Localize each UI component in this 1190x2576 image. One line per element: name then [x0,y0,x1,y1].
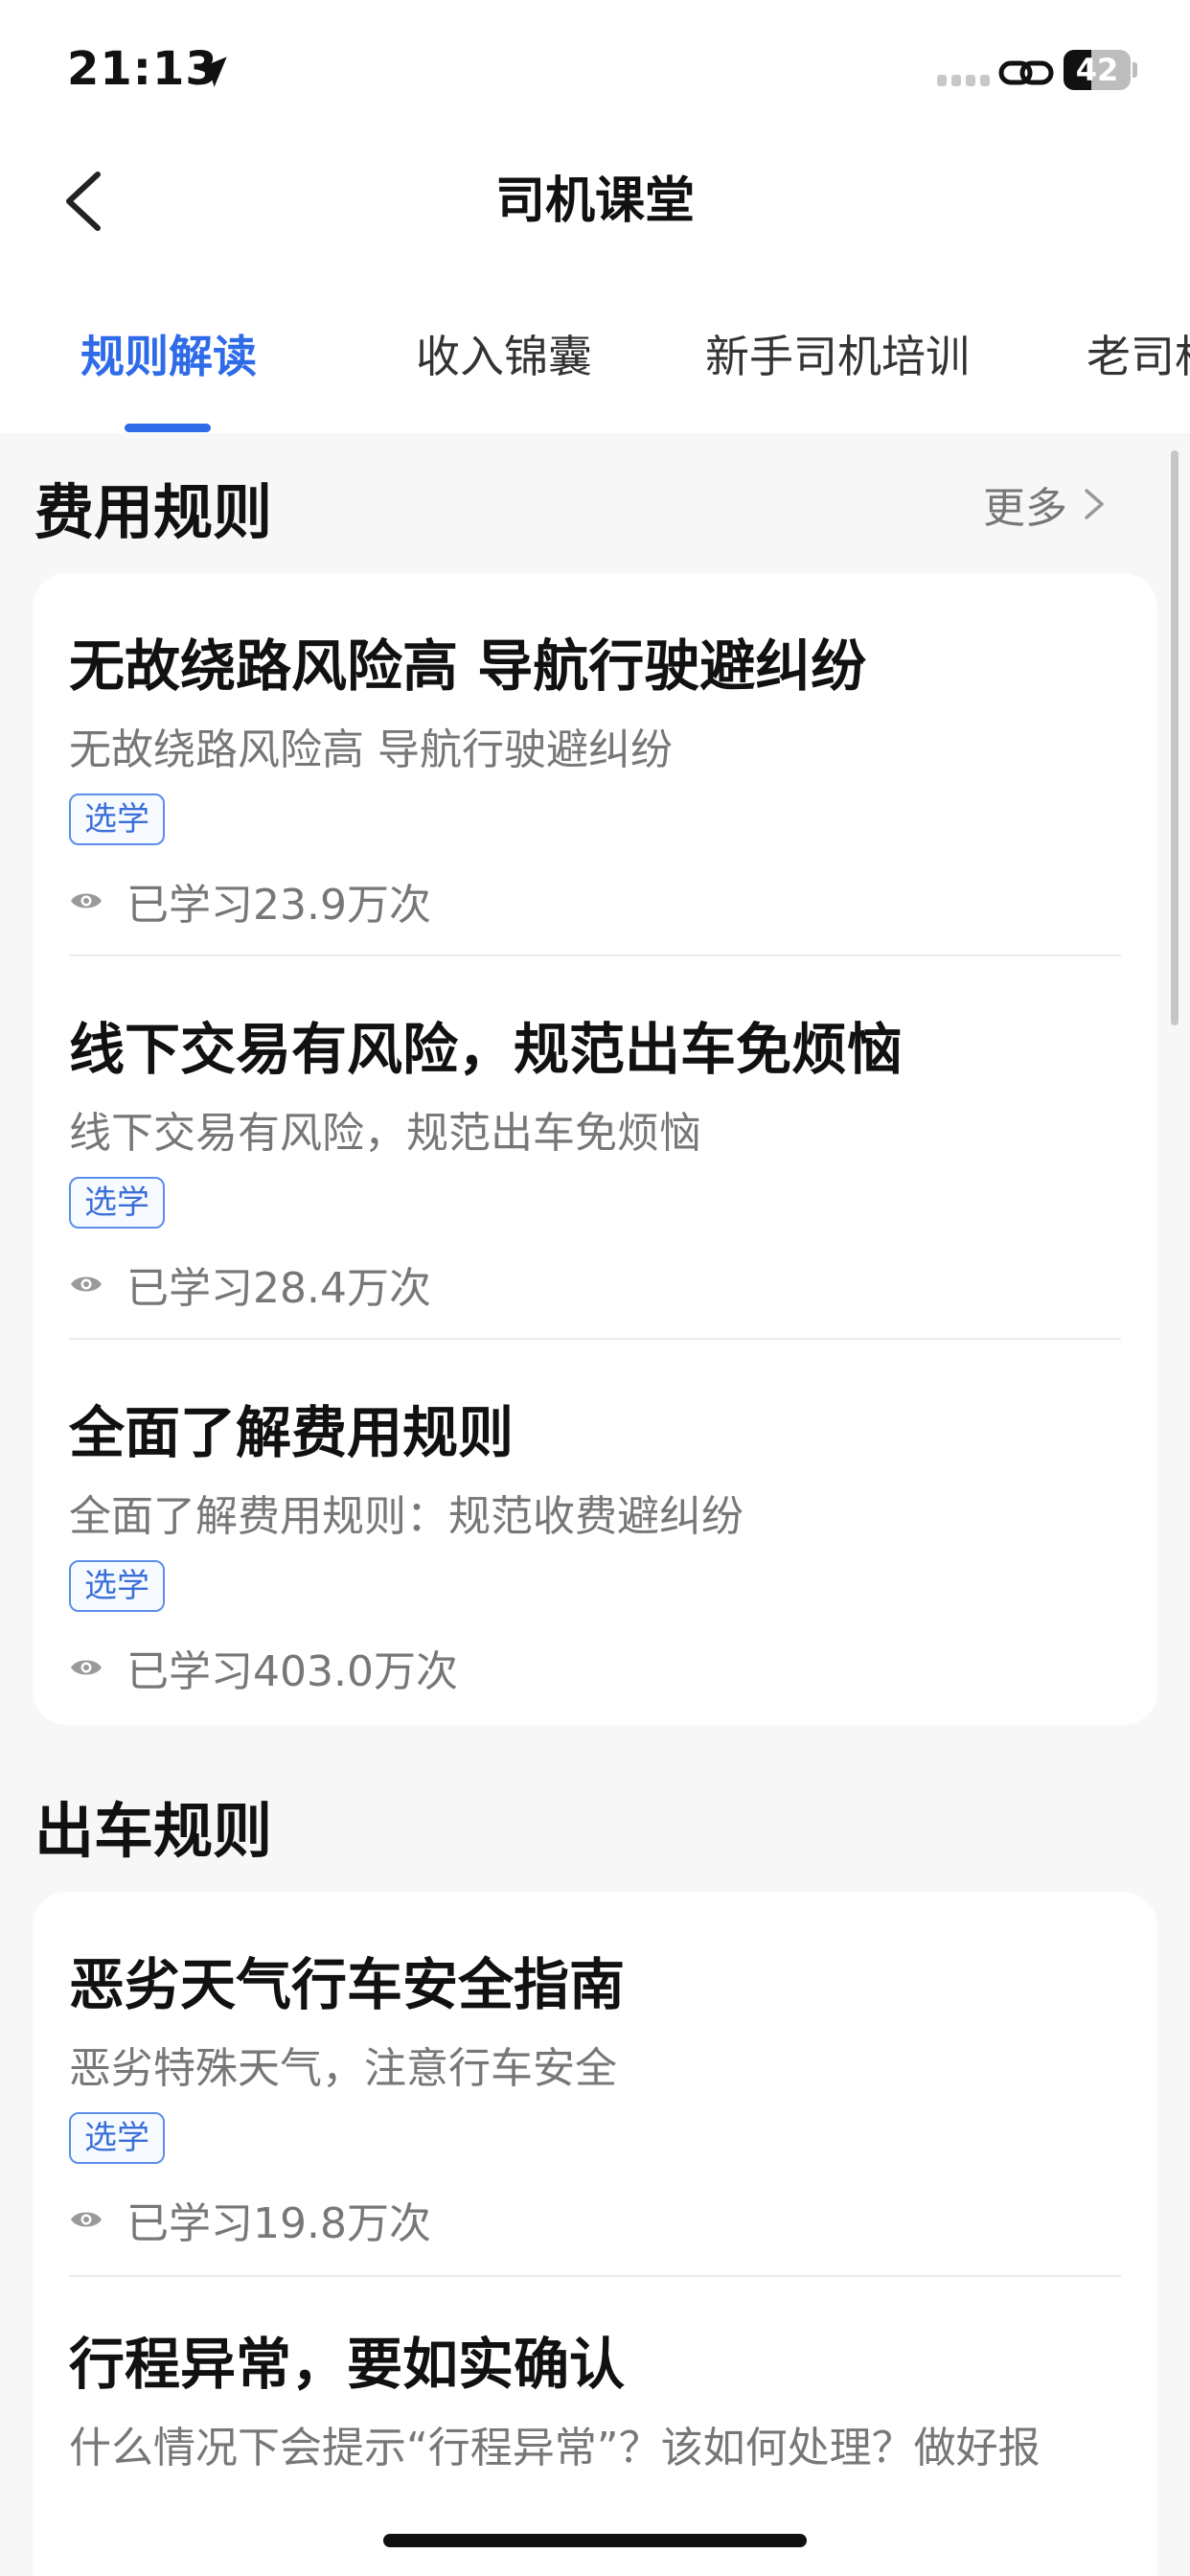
location-arrow-icon [196,57,227,87]
item-description: 线下交易有风险，规范出车免烦恼 [69,1109,701,1158]
signal-dots-icon [937,75,990,86]
item-title: 全面了解费用规则 [69,1400,515,1465]
item-title: 无故绕路风险高 导航行驶避纠纷 [69,633,867,699]
view-count: 已学习23.9万次 [69,872,431,930]
list-item[interactable]: 线下交易有风险，规范出车免烦恼 线下交易有风险，规范出车免烦恼 选学 已学习28… [69,1004,1121,1321]
view-count-text: 已学习19.8万次 [126,2199,431,2248]
screen: 21:13 42 司机课堂 规则解读 收入锦囊 新手司机培训 老司 费用规则 更… [0,0,1190,2576]
optional-course-badge: 选学 [69,1560,165,1612]
list-item[interactable]: 无故绕路风险高 导航行驶避纠纷 无故绕路风险高 导航行驶避纠纷 选学 已学习23… [69,621,1121,937]
list-item[interactable]: 恶劣天气行车安全指南 恶劣特殊天气，注意行车安全 选学 已学习19.8万次 [69,1940,1121,2256]
divider [69,1338,1121,1340]
home-indicator[interactable] [383,2534,807,2547]
item-title: 行程异常，要如实确认 [69,2332,626,2397]
more-label: 更多 [983,484,1067,533]
optional-course-badge: 选学 [69,794,165,845]
view-count: 已学习403.0万次 [69,1639,458,1696]
top-bar-area: 21:13 42 司机课堂 规则解读 收入锦囊 新手司机培训 老司 [0,0,1190,433]
list-item[interactable]: 全面了解费用规则 全面了解费用规则：规范收费避纠纷 选学 已学习403.0万次 [69,1388,1121,1704]
divider [69,954,1121,956]
section-title-fee-rules: 费用规则 [34,477,273,547]
item-description: 无故绕路风险高 导航行驶避纠纷 [69,725,673,774]
more-link[interactable]: 更多 [983,473,1108,535]
navigation-bar: 司机课堂 [0,144,1190,259]
page-title: 司机课堂 [494,172,695,230]
eye-icon [71,2212,102,2227]
back-chevron-icon[interactable] [48,163,125,240]
battery-tip [1133,62,1137,78]
eye-icon [71,1660,102,1675]
eye-icon [71,1276,102,1292]
tab-new-driver-training[interactable]: 新手司机培训 [705,322,970,385]
item-description: 恶劣特殊天气，注意行车安全 [69,2044,617,2093]
driving-rules-card: 恶劣天气行车安全指南 恶劣特殊天气，注意行车安全 选学 已学习19.8万次 行程… [33,1892,1157,2576]
battery-body: 42 [1064,50,1131,90]
item-description: 全面了解费用规则：规范收费避纠纷 [69,1492,744,1541]
eye-icon [71,893,102,908]
battery-icon: 42 [1064,50,1137,90]
tab-income-tips[interactable]: 收入锦囊 [416,322,592,385]
battery-level-text: 42 [1075,52,1119,88]
scroll-indicator[interactable] [1171,450,1179,1025]
tab-veteran-driver[interactable]: 老司机 [1087,322,1190,385]
fee-rules-card: 无故绕路风险高 导航行驶避纠纷 无故绕路风险高 导航行驶避纠纷 选学 已学习23… [33,573,1157,1725]
view-count-text: 已学习28.4万次 [126,1264,431,1313]
item-title: 恶劣天气行车安全指南 [69,1952,626,2017]
status-bar: 21:13 42 [0,0,1190,134]
view-count-text: 已学习23.9万次 [126,881,431,930]
active-tab-indicator [125,424,211,432]
optional-course-badge: 选学 [69,2112,165,2164]
divider [69,2275,1121,2277]
link-icon [998,60,1054,85]
item-title: 线下交易有风险，规范出车免烦恼 [69,1017,904,1082]
view-count: 已学习28.4万次 [69,1255,431,1313]
tab-rules[interactable]: 规则解读 [80,322,257,385]
category-tabs: 规则解读 收入锦囊 新手司机培训 老司机 [0,307,1190,433]
view-count: 已学习19.8万次 [69,2191,431,2248]
chevron-right-icon [1085,489,1104,519]
view-count-text: 已学习403.0万次 [126,1647,458,1696]
item-description: 什么情况下会提示“行程异常”？该如何处理？做好报 [69,2424,1041,2472]
optional-course-badge: 选学 [69,1177,165,1229]
section-title-driving-rules: 出车规则 [34,1796,273,1866]
